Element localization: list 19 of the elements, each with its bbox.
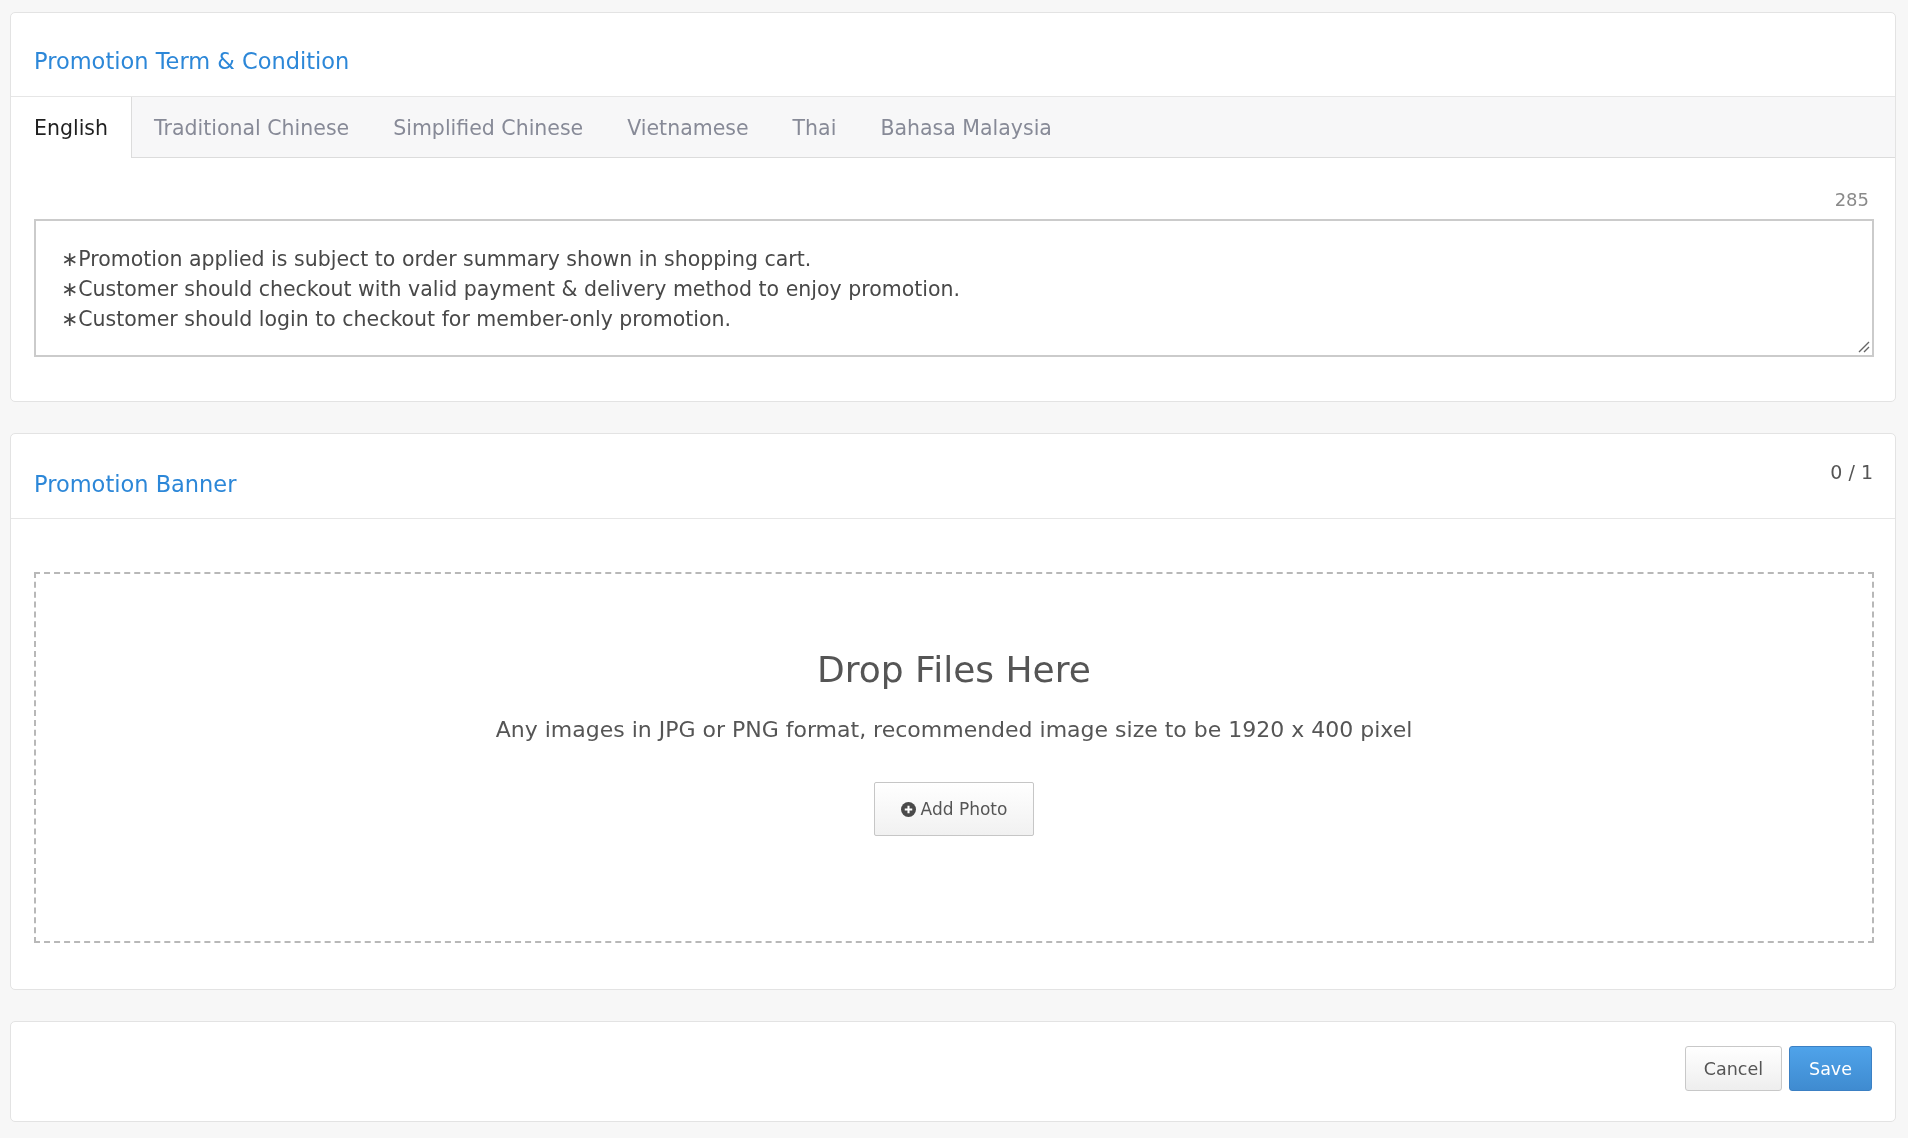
- language-tab[interactable]: Simplified Chinese: [371, 97, 606, 158]
- save-button[interactable]: Save: [1789, 1046, 1872, 1091]
- resize-grip-icon[interactable]: [1858, 341, 1870, 353]
- cancel-button[interactable]: Cancel: [1684, 1046, 1783, 1091]
- drop-zone-hint: Any images in JPG or PNG format, recommended image size to be 1920 x 400 pixel: [495, 716, 1413, 744]
- section-title: Promotion Term & Condition: [34, 47, 350, 74]
- terms-textarea[interactable]: ∗Promotion applied is subject to order summary shown in shopping cart. ∗Customer should checkout with valid payment & delivery method to enjoy promotion. ∗Customer should login to checkout for member-only promotion.: [34, 219, 1874, 357]
- file-drop-zone[interactable]: Drop Files Here Any images in JPG or PNG format, recommended image size to be 1920 x 400 pixel Add Photo: [34, 572, 1874, 943]
- language-tab[interactable]: Bahasa Malaysia: [858, 97, 1074, 158]
- language-tab[interactable]: Thai: [770, 97, 859, 158]
- language-tab[interactable]: Vietnamese: [605, 97, 771, 158]
- language-tab[interactable]: English: [11, 97, 133, 158]
- language-tab[interactable]: Traditional Chinese: [132, 97, 372, 158]
- upload-count: 0 / 1: [1830, 461, 1873, 483]
- section-title: Promotion Banner: [34, 471, 237, 497]
- add-photo-button[interactable]: Add Photo: [874, 782, 1034, 836]
- character-count: 285: [1834, 188, 1869, 210]
- drop-zone-heading: Drop Files Here: [817, 648, 1091, 692]
- plus-circle-icon: [900, 801, 916, 817]
